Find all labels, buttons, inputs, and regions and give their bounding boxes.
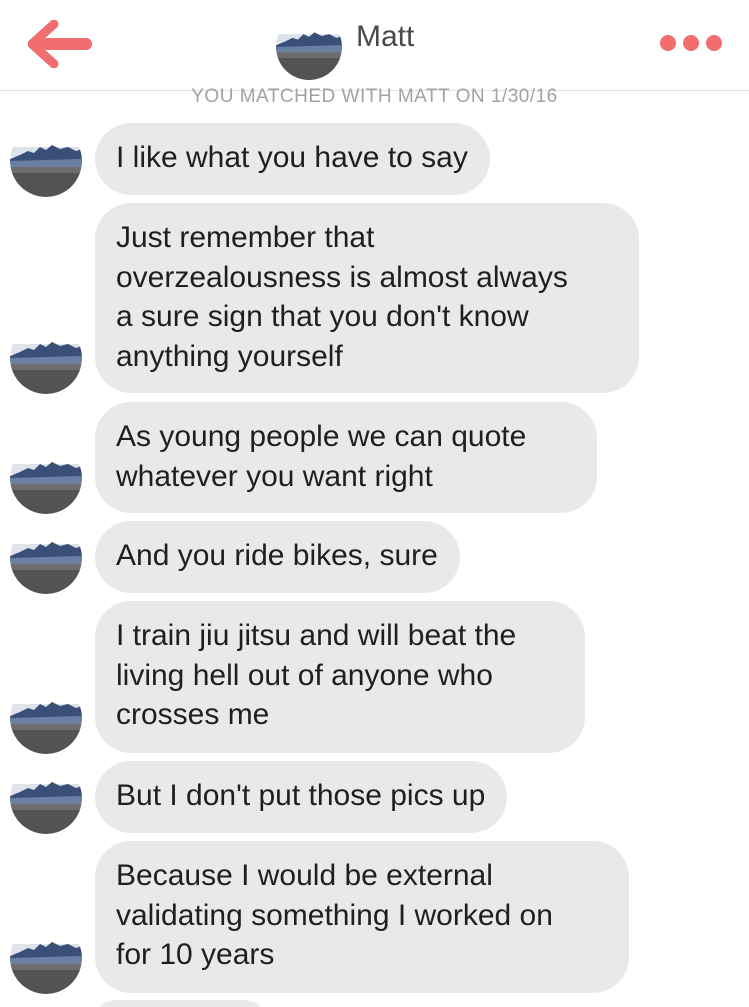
chat-screen: Matt YOU MATCHED WITH MATT ON 1/30/16 I … [0, 0, 749, 1007]
chat-header: Matt [0, 0, 749, 90]
message-bubble[interactable]: I like what you have to say [95, 123, 490, 195]
message-bubble-partial[interactable] [95, 1000, 265, 1007]
contact-name: Matt [356, 20, 415, 53]
back-button[interactable] [27, 19, 92, 69]
sender-avatar[interactable] [10, 762, 82, 834]
message-bubble[interactable]: As young people we can quote whatever yo… [95, 402, 597, 513]
sender-avatar[interactable] [10, 322, 82, 394]
message-bubble[interactable]: But I don't put those pics up [95, 761, 508, 833]
contact-avatar[interactable] [276, 14, 342, 80]
message-bubble[interactable]: And you ride bikes, sure [95, 521, 460, 593]
back-arrow-icon [27, 19, 92, 69]
more-dots-icon [683, 35, 699, 51]
sender-avatar[interactable] [10, 442, 82, 514]
sender-avatar[interactable] [10, 682, 82, 754]
more-dots-icon [706, 35, 722, 51]
more-dots-icon [660, 35, 676, 51]
sender-avatar[interactable] [10, 922, 82, 994]
message-bubble[interactable]: I train jiu jitsu and will beat the livi… [95, 601, 585, 753]
more-options-button[interactable] [660, 30, 722, 56]
sender-avatar[interactable] [10, 125, 82, 197]
sender-avatar[interactable] [10, 522, 82, 594]
contact-info[interactable]: Matt [276, 14, 414, 80]
match-date-label: YOU MATCHED WITH MATT ON 1/30/16 [191, 86, 558, 107]
message-bubble[interactable]: Just remember that overzealousness is al… [95, 203, 639, 393]
message-bubble[interactable]: Because I would be external validating s… [95, 841, 629, 993]
